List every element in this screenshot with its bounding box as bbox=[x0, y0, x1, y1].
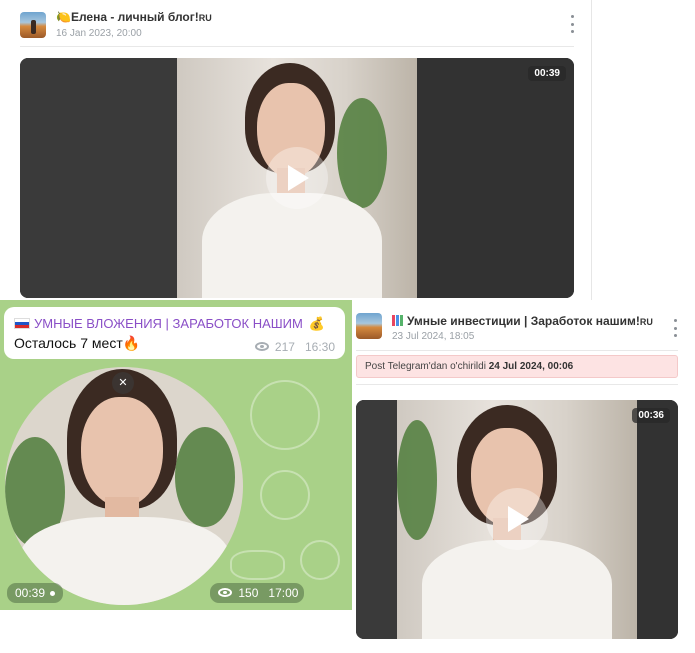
post-card-investments: Умные инвестиции | Заработок нашим!RU 23… bbox=[352, 300, 695, 653]
channel-title-text: Елена - личный блог! bbox=[70, 10, 199, 24]
lemon-emoji: 🍋 bbox=[56, 10, 71, 24]
channel-title[interactable]: Умные инвестиции | Заработок нашим!RU bbox=[392, 314, 653, 328]
video-player[interactable]: 00:39 bbox=[20, 58, 574, 298]
divider bbox=[20, 46, 574, 47]
channel-avatar[interactable] bbox=[356, 313, 382, 339]
play-icon bbox=[288, 165, 309, 191]
post-date: 16 Jan 2023, 20:00 bbox=[56, 28, 142, 39]
circle-duration: 00:39 bbox=[7, 583, 64, 603]
plant bbox=[397, 420, 437, 540]
message-text-content: Осталось 7 мест bbox=[14, 335, 123, 351]
deleted-date: 24 Jul 2024, 00:06 bbox=[488, 361, 574, 372]
mute-icon[interactable]: ✕ bbox=[112, 372, 134, 394]
person-face bbox=[81, 397, 163, 507]
video-message-circle[interactable] bbox=[5, 367, 243, 605]
russia-flag-icon bbox=[14, 318, 30, 329]
message-meta: 217 16:30 bbox=[254, 340, 335, 354]
more-vertical-icon[interactable] bbox=[569, 15, 575, 33]
video-duration: 00:39 bbox=[528, 66, 566, 81]
channel-title-text: Умные инвестиции | Заработок нашим! bbox=[407, 314, 640, 328]
video-blur-right bbox=[417, 58, 574, 298]
message-bubble: УМНЫЕ ВЛОЖЕНИЯ | ЗАРАБОТОК НАШИМ 💰 Остал… bbox=[4, 307, 345, 359]
eye-icon bbox=[254, 342, 269, 351]
circle-time: 17:00 bbox=[268, 586, 299, 600]
divider bbox=[356, 384, 678, 385]
unread-dot bbox=[50, 591, 56, 596]
eye-icon bbox=[218, 588, 232, 597]
video-blur-right bbox=[637, 400, 678, 639]
fire-emoji: 🔥 bbox=[122, 335, 141, 351]
plant bbox=[175, 427, 235, 527]
video-blur-left bbox=[356, 400, 397, 639]
background-doodle bbox=[300, 540, 340, 580]
divider bbox=[356, 350, 678, 351]
channel-name-text: УМНЫЕ ВЛОЖЕНИЯ | ЗАРАБОТОК НАШИМ bbox=[34, 316, 303, 331]
message-time: 16:30 bbox=[304, 340, 335, 354]
background-doodle bbox=[230, 550, 285, 580]
bar-chart-icon bbox=[392, 315, 404, 326]
deleted-notice-text: Post Telegram'dan o'chirildi bbox=[365, 361, 486, 372]
channel-title[interactable]: 🍋Елена - личный блог!RU bbox=[56, 10, 212, 24]
circle-meta: 150 17:00 bbox=[210, 583, 304, 603]
channel-avatar[interactable] bbox=[20, 12, 46, 38]
post-date: 23 Jul 2024, 18:05 bbox=[392, 331, 475, 342]
money-bag-emoji: 💰 bbox=[308, 316, 325, 331]
post-card-elena: 🍋Елена - личный блог!RU 16 Jan 2023, 20:… bbox=[0, 0, 592, 300]
view-count: 217 bbox=[274, 340, 295, 354]
channel-title-suffix: RU bbox=[639, 317, 653, 327]
more-vertical-icon[interactable] bbox=[672, 319, 678, 337]
plant bbox=[337, 98, 387, 208]
play-button[interactable] bbox=[486, 488, 548, 550]
circle-view-count: 150 bbox=[238, 586, 259, 600]
telegram-message-card: УМНЫЕ ВЛОЖЕНИЯ | ЗАРАБОТОК НАШИМ 💰 Остал… bbox=[0, 300, 352, 610]
video-player[interactable]: 00:36 bbox=[356, 400, 678, 639]
play-button[interactable] bbox=[266, 147, 328, 209]
video-duration: 00:36 bbox=[632, 408, 670, 423]
circle-duration-text: 00:39 bbox=[15, 586, 46, 600]
message-text: Осталось 7 мест🔥 bbox=[14, 335, 140, 352]
person-jacket bbox=[202, 193, 382, 298]
channel-title-suffix: RU bbox=[198, 13, 212, 23]
channel-name[interactable]: УМНЫЕ ВЛОЖЕНИЯ | ЗАРАБОТОК НАШИМ 💰 bbox=[14, 316, 325, 332]
background-doodle bbox=[250, 380, 320, 450]
person-jacket bbox=[422, 540, 612, 639]
background-doodle bbox=[260, 470, 310, 520]
video-blur-left bbox=[20, 58, 177, 298]
play-icon bbox=[508, 506, 529, 532]
deleted-notice: Post Telegram'dan o'chirildi 24 Jul 2024… bbox=[356, 355, 678, 378]
